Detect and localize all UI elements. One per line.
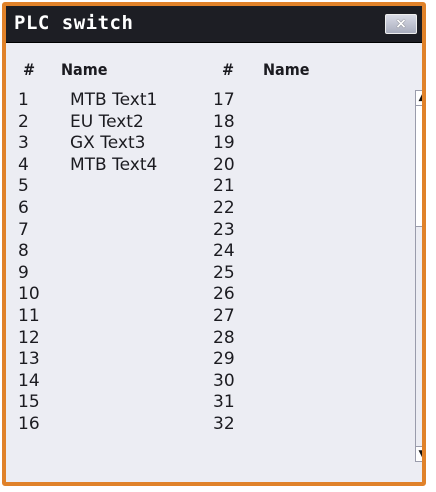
plc-number: 14 — [18, 370, 40, 391]
plc-list-row[interactable]: 13 — [18, 349, 208, 371]
plc-number: 9 — [18, 262, 29, 283]
vertical-scrollbar[interactable]: ▲ ▼ — [415, 90, 422, 462]
plc-list-row[interactable]: 18 — [213, 112, 408, 134]
plc-number: 22 — [213, 197, 235, 218]
left-plc-list: 1 MTB Text1 2 EU Text2 3 GX Text3 4 MTB Text4 5 6… — [18, 90, 208, 436]
plc-list-row[interactable]: 24 — [213, 241, 408, 263]
plc-number: 29 — [213, 349, 235, 370]
plc-list-row[interactable]: 4 MTB Text4 — [18, 155, 208, 177]
plc-number: 15 — [18, 392, 40, 413]
plc-number: 5 — [18, 176, 29, 197]
plc-list-row[interactable]: 31 — [213, 392, 408, 414]
plc-list-row[interactable]: 29 — [213, 349, 408, 371]
right-num-header: # — [222, 60, 235, 79]
plc-number: 6 — [18, 197, 29, 218]
plc-number: 13 — [18, 349, 40, 370]
plc-number: 18 — [213, 111, 235, 132]
plc-list-row[interactable]: 14 — [18, 371, 208, 393]
plc-list-row[interactable]: 10 — [18, 284, 208, 306]
plc-list-row[interactable]: 12 — [18, 328, 208, 350]
plc-name: MTB Text4 — [70, 154, 158, 175]
plc-number: 3 — [18, 133, 29, 154]
right-plc-list: 17 18 19 20 21 22 23 24 25 26 27 28 29 30 31 32 — [213, 90, 408, 436]
plc-list-row[interactable]: 30 — [213, 371, 408, 393]
plc-number: 11 — [18, 305, 40, 326]
plc-list-row[interactable]: 9 — [18, 263, 208, 285]
plc-number: 23 — [213, 219, 235, 240]
plc-name: GX Text3 — [70, 133, 146, 154]
plc-switch-window: PLC switch × # Name # Name 1 MTB Text1 2 EU… — [2, 2, 426, 486]
plc-list-row[interactable]: 1 MTB Text1 — [18, 90, 208, 112]
plc-list-row[interactable]: 16 — [18, 414, 208, 436]
title-bar: PLC switch × — [6, 6, 422, 43]
plc-number: 1 — [18, 90, 29, 110]
plc-list-row[interactable]: 2 EU Text2 — [18, 112, 208, 134]
plc-list-row[interactable]: 21 — [213, 176, 408, 198]
plc-list-row[interactable]: 22 — [213, 198, 408, 220]
plc-name: EU Text2 — [70, 111, 144, 132]
plc-list-row[interactable]: 26 — [213, 284, 408, 306]
plc-list-row[interactable]: 3 GX Text3 — [18, 133, 208, 155]
plc-list-row[interactable]: 25 — [213, 263, 408, 285]
scrollbar-thumb[interactable] — [416, 106, 422, 227]
plc-list-row[interactable]: 32 — [213, 414, 408, 436]
plc-number: 7 — [18, 219, 29, 240]
plc-number: 19 — [213, 133, 235, 154]
left-name-header: Name — [61, 60, 108, 79]
window-title: PLC switch — [14, 12, 134, 34]
plc-number: 28 — [213, 327, 235, 348]
plc-number: 16 — [18, 413, 40, 434]
plc-number: 25 — [213, 262, 235, 283]
plc-number: 26 — [213, 284, 235, 305]
scroll-down-arrow-icon[interactable]: ▼ — [416, 446, 422, 461]
plc-number: 12 — [18, 327, 40, 348]
close-button[interactable]: × — [385, 14, 417, 34]
plc-list-row[interactable]: 8 — [18, 241, 208, 263]
plc-number: 2 — [18, 111, 29, 132]
plc-number: 21 — [213, 176, 235, 197]
plc-number: 31 — [213, 392, 235, 413]
plc-list-row[interactable]: 23 — [213, 220, 408, 242]
plc-list-row[interactable]: 11 — [18, 306, 208, 328]
plc-number: 17 — [213, 90, 235, 110]
plc-number: 27 — [213, 305, 235, 326]
plc-list-row[interactable]: 19 — [213, 133, 408, 155]
plc-list-row[interactable]: 15 — [18, 392, 208, 414]
left-num-header: # — [23, 60, 36, 79]
plc-list-row[interactable]: 17 — [213, 90, 408, 112]
plc-number: 20 — [213, 154, 235, 175]
plc-number: 8 — [18, 241, 29, 262]
plc-list-row[interactable]: 7 — [18, 220, 208, 242]
plc-number: 30 — [213, 370, 235, 391]
plc-list-row[interactable]: 27 — [213, 306, 408, 328]
plc-number: 4 — [18, 154, 29, 175]
plc-list-row[interactable]: 20 — [213, 155, 408, 177]
plc-number: 32 — [213, 413, 235, 434]
plc-number: 10 — [18, 284, 40, 305]
plc-number: 24 — [213, 241, 235, 262]
plc-list-row[interactable]: 6 — [18, 198, 208, 220]
plc-list-row[interactable]: 5 — [18, 176, 208, 198]
right-name-header: Name — [263, 60, 310, 79]
plc-list-row[interactable]: 28 — [213, 328, 408, 350]
plc-name: MTB Text1 — [70, 90, 158, 110]
scroll-up-arrow-icon[interactable]: ▲ — [416, 91, 422, 106]
